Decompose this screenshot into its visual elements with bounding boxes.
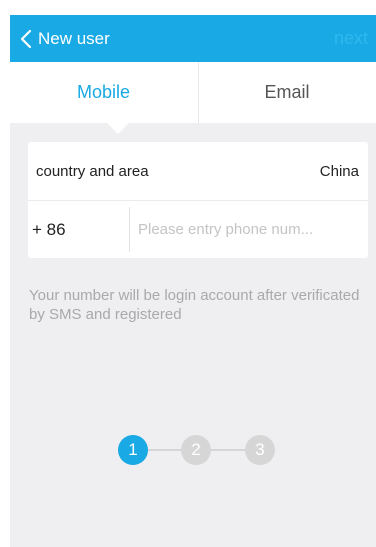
- phone-number-input[interactable]: [138, 201, 360, 258]
- phone-row: + 86: [28, 201, 368, 258]
- phone-form-card: country and area China + 86: [28, 142, 368, 258]
- code-divider: [129, 207, 130, 252]
- country-selector[interactable]: country and area China: [28, 142, 368, 200]
- back-button[interactable]: New user: [20, 15, 110, 62]
- country-code[interactable]: + 86: [32, 201, 128, 258]
- back-label: New user: [38, 28, 110, 48]
- step-2: 2: [181, 435, 211, 465]
- country-label: country and area: [36, 162, 149, 180]
- step-3: 3: [245, 435, 275, 465]
- step-connector: [148, 449, 181, 451]
- navigation-bar: New user next: [10, 15, 376, 62]
- active-tab-pointer: [106, 122, 130, 134]
- step-connector: [211, 449, 245, 451]
- tab-email[interactable]: Email: [198, 62, 376, 123]
- country-value: China: [319, 162, 359, 180]
- hint-text: Your number will be login account after …: [29, 287, 360, 323]
- tab-mobile[interactable]: Mobile: [10, 62, 197, 123]
- chevron-left-icon: [20, 29, 32, 49]
- new-user-screen: New user next Mobile Email country and a…: [0, 0, 376, 547]
- step-indicator: 1 2 3: [118, 435, 280, 467]
- next-button[interactable]: next: [334, 15, 368, 62]
- form-area: country and area China + 86 Your number …: [10, 122, 376, 547]
- tab-bar: Mobile Email: [10, 62, 376, 123]
- step-1: 1: [118, 435, 148, 465]
